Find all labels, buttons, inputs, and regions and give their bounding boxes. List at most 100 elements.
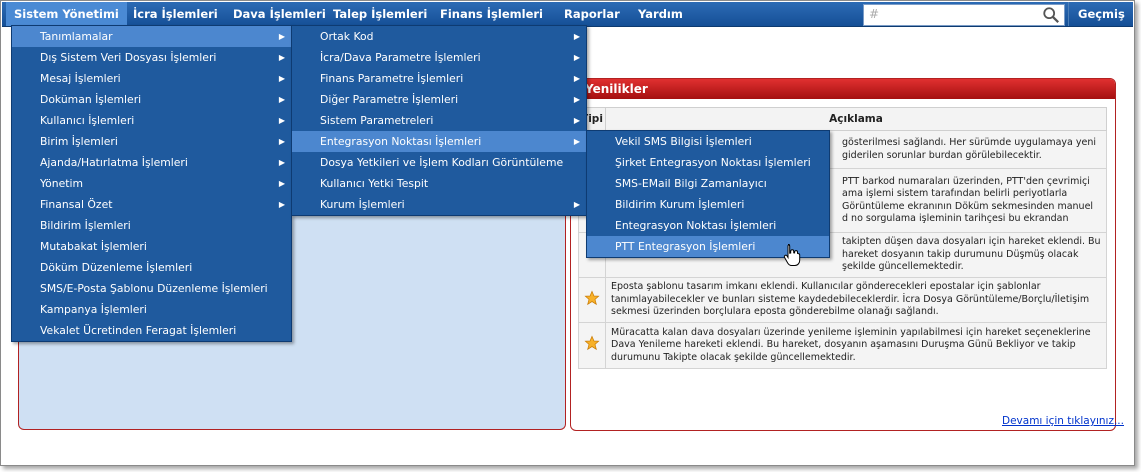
menu3-item[interactable]: SMS-EMail Bilgi Zamanlayıcı <box>587 173 829 194</box>
menu1-item[interactable]: Ajanda/Hatırlatma İşlemleri ▶ <box>12 152 291 173</box>
menu-item-label: Birim İşlemleri <box>40 135 118 148</box>
menu1-item[interactable]: Birim İşlemleri ▶ <box>12 131 291 152</box>
menu1-item[interactable]: Tanımlamalar ▶ <box>12 26 291 47</box>
col-desc-header: Açıklama <box>605 107 1107 131</box>
star-icon <box>584 290 600 305</box>
menu2-item[interactable]: Diğer Parametre İşlemleri ▶ <box>292 89 586 110</box>
menu1-item[interactable]: Kullanıcı İşlemleri ▶ <box>12 110 291 131</box>
main-menubar: Sistem Yönetimi İcra İşlemleri Dava İşle… <box>2 2 1133 27</box>
desc-cell: Müracatta kalan dava dosyaları üzerinde … <box>605 322 1107 369</box>
submenu-arrow-icon: ▶ <box>278 32 285 41</box>
menu2-item[interactable]: Ortak Kod ▶ <box>292 26 586 47</box>
submenu-arrow-icon: ▶ <box>573 200 580 209</box>
menu1-item[interactable]: Yönetim ▶ <box>12 173 291 194</box>
submenu-arrow-icon: ▶ <box>573 95 580 104</box>
menu3-item[interactable]: Bildirim Kurum İşlemleri <box>587 194 829 215</box>
menu-item-label: Doküman İşlemleri <box>40 93 142 106</box>
menu1-item[interactable]: Bildirim İşlemleri <box>12 215 291 236</box>
menu-item-label: Finansal Özet <box>40 198 113 211</box>
desc-cell: Eposta şablonu tasarım imkanı eklendi. K… <box>605 277 1107 323</box>
menu-icra-islemleri[interactable]: İcra İşlemleri <box>125 2 226 26</box>
type-cell <box>578 277 606 323</box>
submenu-arrow-icon: ▶ <box>278 116 285 125</box>
menu-item-label: Vekalet Ücretinden Feragat İşlemleri <box>40 324 237 337</box>
menu-item-label: Vekil SMS Bilgisi İşlemleri <box>615 135 752 148</box>
submenu-arrow-icon: ▶ <box>278 200 285 209</box>
menu-item-label: Ortak Kod <box>320 30 374 43</box>
menu-sistem-yonetimi[interactable]: Sistem Yönetimi <box>6 2 127 26</box>
history-button[interactable]: Geçmiş <box>1068 2 1134 26</box>
menu3-item[interactable]: Vekil SMS Bilgisi İşlemleri <box>587 131 829 152</box>
menu1-item[interactable]: Doküman İşlemleri ▶ <box>12 89 291 110</box>
submenu-arrow-icon: ▶ <box>573 116 580 125</box>
menu-item-label: Mutabakat İşlemleri <box>40 240 147 253</box>
menu-item-label: SMS/E-Posta Şablonu Düzenleme İşlemleri <box>40 282 268 295</box>
menu1-item[interactable]: Döküm Düzenleme İşlemleri <box>12 257 291 278</box>
menu-item-label: Sistem Parametreleri <box>320 114 434 127</box>
menu-item-label: Entegrasyon Noktası İşlemleri <box>615 219 777 232</box>
menu-item-label: Bildirim Kurum İşlemleri <box>615 198 745 211</box>
menu-item-label: Mesaj İşlemleri <box>40 72 121 85</box>
menu-item-label: Döküm Düzenleme İşlemleri <box>40 261 193 274</box>
menu-item-label: Finans Parametre İşlemleri <box>320 72 464 85</box>
menu-item-label: Şirket Entegrasyon Noktası İşlemleri <box>615 156 811 169</box>
star-icon <box>584 335 600 351</box>
type-cell <box>578 322 606 369</box>
menu-dava-islemleri[interactable]: Dava İşlemleri <box>225 2 334 26</box>
menu-raporlar[interactable]: Raporlar <box>556 2 628 26</box>
menu-item-label: Kullanıcı Yetki Tespit <box>320 177 429 190</box>
submenu-arrow-icon: ▶ <box>278 74 285 83</box>
app-window: Yenilikler Tipi Açıklama gösterilmesi sa… <box>0 0 1135 466</box>
search-input[interactable]: # <box>863 4 1065 26</box>
menu-item-label: Kampanya İşlemleri <box>40 303 147 316</box>
menu-item-label: PTT Entegrasyon İşlemleri <box>615 240 756 253</box>
menu2-item[interactable]: Finans Parametre İşlemleri ▶ <box>292 68 586 89</box>
menu1-item[interactable]: SMS/E-Posta Şablonu Düzenleme İşlemleri <box>12 278 291 299</box>
menu2-item[interactable]: Kullanıcı Yetki Tespit <box>292 173 586 194</box>
menu-item-label: SMS-EMail Bilgi Zamanlayıcı <box>615 177 767 190</box>
menu1-item[interactable]: Kampanya İşlemleri <box>12 299 291 320</box>
menu2-item[interactable]: Dosya Yetkileri ve İşlem Kodları Görüntü… <box>292 152 586 173</box>
menu-item-label: Dış Sistem Veri Dosyası İşlemleri <box>40 51 217 64</box>
more-news-link[interactable]: Devamı için tıklayınız... <box>1002 415 1124 427</box>
submenu-arrow-icon: ▶ <box>278 53 285 62</box>
menu-talep-islemleri[interactable]: Talep İşlemleri <box>325 2 435 26</box>
menu2-item[interactable]: Sistem Parametreleri ▶ <box>292 110 586 131</box>
menu1-item[interactable]: Finansal Özet ▶ <box>12 194 291 215</box>
submenu-arrow-icon: ▶ <box>278 179 285 188</box>
menu-item-label: Tanımlamalar <box>40 30 113 43</box>
menu2-item[interactable]: İcra/Dava Parametre İşlemleri ▶ <box>292 47 586 68</box>
menu-level3: Vekil SMS Bilgisi İşlemleri Şirket Enteg… <box>586 130 830 258</box>
hand-cursor-icon <box>783 244 801 266</box>
menu-item-label: Kurum İşlemleri <box>320 198 405 211</box>
search-value: # <box>869 7 880 21</box>
search-icon[interactable] <box>1042 6 1060 24</box>
submenu-arrow-icon: ▶ <box>573 137 580 146</box>
news-panel-title: Yenilikler <box>571 79 1115 99</box>
table-row: Eposta şablonu tasarım imkanı eklendi. K… <box>578 277 1107 323</box>
table-row: Müracatta kalan dava dosyaları üzerinde … <box>578 322 1107 369</box>
menu-level2: Ortak Kod ▶ İcra/Dava Parametre İşlemleri… <box>291 25 587 216</box>
menu3-item[interactable]: Entegrasyon Noktası İşlemleri <box>587 215 829 236</box>
menu-item-label: Entegrasyon Noktası İşlemleri <box>320 135 482 148</box>
menu-item-label: Yönetim <box>40 177 84 190</box>
submenu-arrow-icon: ▶ <box>573 32 580 41</box>
submenu-arrow-icon: ▶ <box>573 53 580 62</box>
menu3-item[interactable]: Şirket Entegrasyon Noktası İşlemleri <box>587 152 829 173</box>
menu1-item[interactable]: Mesaj İşlemleri ▶ <box>12 68 291 89</box>
menu1-item[interactable]: Dış Sistem Veri Dosyası İşlemleri ▶ <box>12 47 291 68</box>
menu-item-label: Bildirim İşlemleri <box>40 219 131 232</box>
menu1-item[interactable]: Mutabakat İşlemleri <box>12 236 291 257</box>
menu2-item[interactable]: Entegrasyon Noktası İşlemleri ▶ <box>292 131 586 152</box>
menu2-item[interactable]: Kurum İşlemleri ▶ <box>292 194 586 215</box>
menu-item-label: Ajanda/Hatırlatma İşlemleri <box>40 156 188 169</box>
menu-yardim[interactable]: Yardım <box>630 2 691 26</box>
submenu-arrow-icon: ▶ <box>573 74 580 83</box>
menu-item-label: İcra/Dava Parametre İşlemleri <box>320 51 481 64</box>
menu-finans-islemleri[interactable]: Finans İşlemleri <box>432 2 551 26</box>
menu-item-label: Kullanıcı İşlemleri <box>40 114 135 127</box>
menu1-item[interactable]: Vekalet Ücretinden Feragat İşlemleri <box>12 320 291 341</box>
menu-item-label: Dosya Yetkileri ve İşlem Kodları Görüntü… <box>320 156 564 169</box>
submenu-arrow-icon: ▶ <box>278 158 285 167</box>
menu-item-label: Diğer Parametre İşlemleri <box>320 93 459 106</box>
